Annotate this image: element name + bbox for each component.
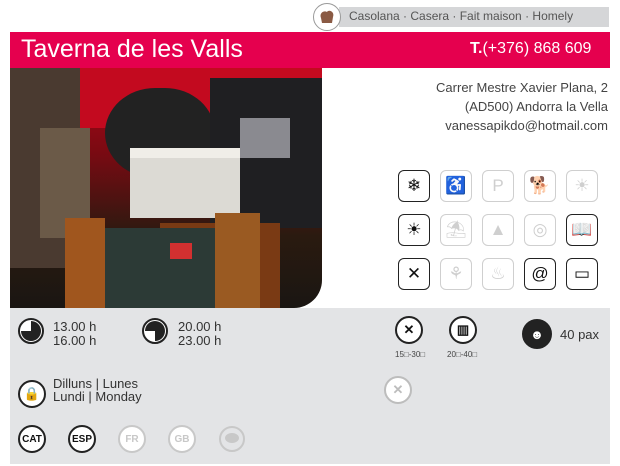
- closed-day-line2: Lundi | Monday: [53, 389, 142, 404]
- capacity-pax: 40 pax: [560, 327, 600, 342]
- pets-allowed-icon: 🐕: [524, 170, 556, 202]
- phone-number[interactable]: T.(+376) 868 609: [470, 40, 591, 58]
- carte-menu-icon: ▥: [449, 316, 477, 344]
- gluten-free-icon: ⚘: [440, 258, 472, 290]
- amenities-grid: ❄ ♿ P 🐕 ☀ ☀ ⛱ ▲ ◎ 📖 ✕ ⚘ ♨ @ ▭: [398, 170, 608, 294]
- daily-menu-price: 15□-30□: [395, 350, 426, 359]
- chef-hat-icon: [313, 3, 341, 31]
- restaurant-photo: [10, 68, 322, 308]
- wheelchair-access-icon: ♿: [440, 170, 472, 202]
- chat-bubble-icon: [218, 425, 246, 453]
- menu-book-icon: 📖: [566, 214, 598, 246]
- language-esp-icon: ESP: [68, 425, 96, 453]
- credit-card-icon: ▭: [566, 258, 598, 290]
- closed-x-icon: ✕: [384, 376, 412, 404]
- air-conditioning-icon: ❄: [398, 170, 430, 202]
- dinner-close: 23.00 h: [178, 333, 222, 348]
- restaurant-title: Taverna de les Valls: [21, 35, 243, 63]
- lunch-clock-icon: [18, 318, 44, 344]
- language-gb-icon: GB: [168, 425, 196, 453]
- lunch-open: 13.00 h: [53, 319, 97, 334]
- chef-takeaway-icon: ♨: [482, 258, 514, 290]
- sun-deck-icon: ⛱: [440, 214, 472, 246]
- email-link[interactable]: vanessapikdo@hotmail.com: [445, 118, 608, 133]
- dinner-clock-icon: [142, 318, 168, 344]
- closed-lock-icon: 🔒: [18, 380, 46, 408]
- lunch-close: 16.00 h: [53, 333, 97, 348]
- phone-value: (+376) 868 609: [482, 40, 592, 57]
- address-city: (AD500) Andorra la Vella: [464, 99, 608, 114]
- language-fr-icon: FR: [118, 425, 146, 453]
- language-cat-icon: CAT: [18, 425, 46, 453]
- phone-prefix: T.: [470, 40, 483, 57]
- carte-price: 20□-40□: [447, 350, 478, 359]
- cutlery-icon: ✕: [398, 258, 430, 290]
- parking-icon: P: [482, 170, 514, 202]
- mountain-view-icon: ▲: [482, 214, 514, 246]
- cuisine-label: Casolana · Casera · Fait maison · Homely: [349, 9, 574, 23]
- daily-menu-icon: ✕: [395, 316, 423, 344]
- terrace-shade-icon: ☀: [398, 214, 430, 246]
- dinner-open: 20.00 h: [178, 319, 222, 334]
- address-street: Carrer Mestre Xavier Plana, 2: [436, 80, 608, 95]
- capacity-people-icon: ☻: [522, 319, 552, 349]
- terrace-sun-icon: ☀: [566, 170, 598, 202]
- email-at-icon: @: [524, 258, 556, 290]
- outdoor-area-icon: ◎: [524, 214, 556, 246]
